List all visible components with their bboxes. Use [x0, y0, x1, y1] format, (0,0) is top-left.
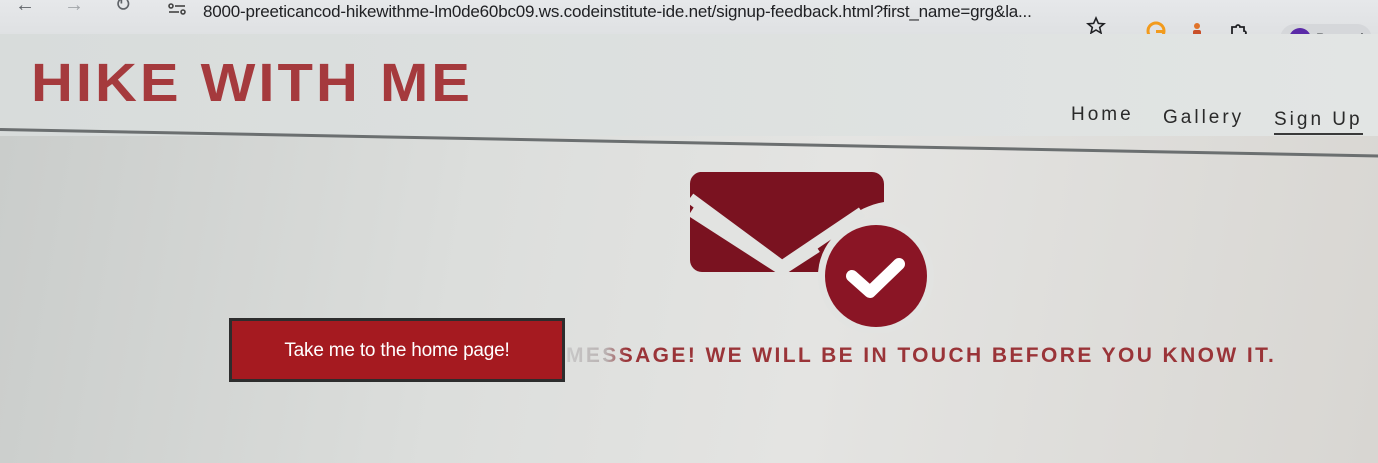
- address-bar-url[interactable]: 8000-preeticancod-hikewithme-lm0de60bc09…: [203, 2, 1032, 22]
- forward-arrow-icon[interactable]: →: [63, 0, 85, 16]
- home-page-button[interactable]: Take me to the home page!: [229, 318, 565, 382]
- back-arrow-icon[interactable]: ←: [14, 0, 36, 16]
- nav-link-gallery[interactable]: Gallery: [1163, 107, 1244, 129]
- nav-link-signup[interactable]: Sign Up: [1274, 109, 1363, 135]
- site-logo[interactable]: HIKE WITH ME: [31, 52, 473, 114]
- bookmark-star-icon[interactable]: [1086, 16, 1106, 36]
- confirmation-message: MESSAGE! WE WILL BE IN TOUCH BEFORE YOU …: [566, 344, 1277, 367]
- site-info-icon[interactable]: [165, 0, 189, 16]
- reload-icon[interactable]: ↻: [112, 0, 134, 16]
- envelope-check-icon: [686, 172, 934, 333]
- browser-toolbar: ← → ↻ 8000-preeticancod-hikewithme-lm0de…: [0, 0, 1378, 35]
- nav-link-home[interactable]: Home: [1071, 104, 1134, 126]
